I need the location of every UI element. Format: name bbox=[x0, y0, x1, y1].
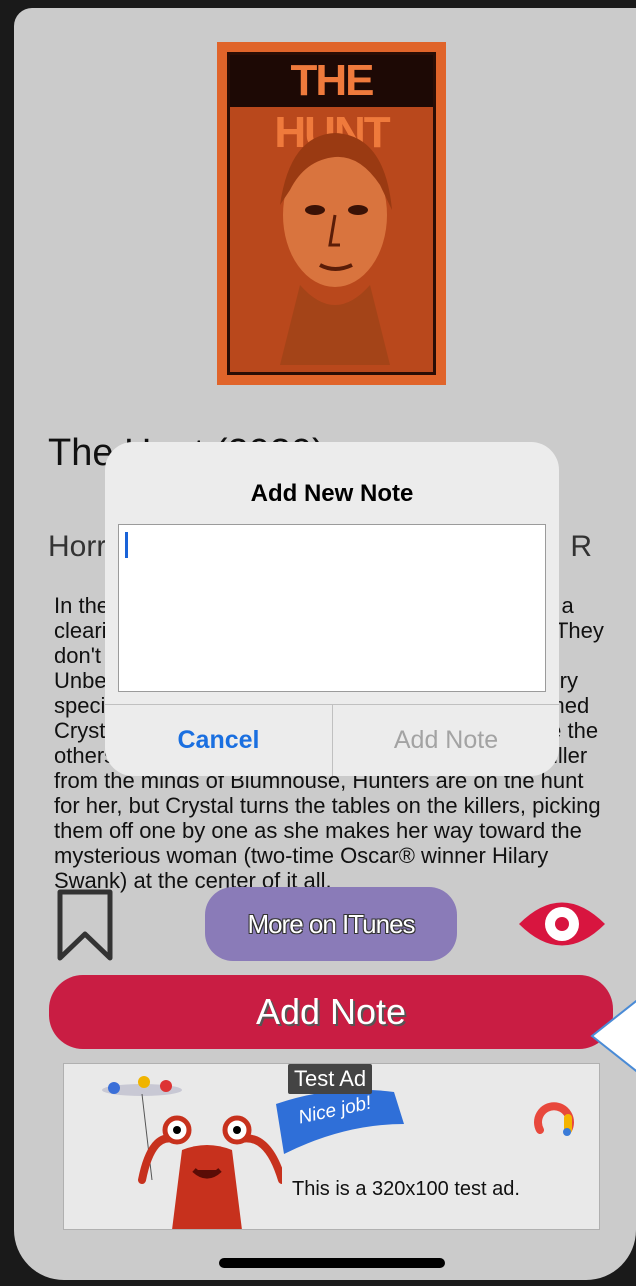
cancel-button[interactable]: Cancel bbox=[105, 705, 332, 776]
dialog-overlay: Add New Note Cancel Add Note bbox=[14, 8, 636, 1280]
device-frame: THE HUNT The Hunt (2020) Horror R In the… bbox=[14, 8, 636, 1280]
confirm-add-note-button[interactable]: Add Note bbox=[333, 705, 559, 776]
note-input[interactable] bbox=[118, 524, 546, 692]
dialog-title: Add New Note bbox=[250, 480, 414, 507]
add-note-dialog: Add New Note Cancel Add Note bbox=[105, 442, 559, 776]
text-caret bbox=[125, 532, 128, 558]
